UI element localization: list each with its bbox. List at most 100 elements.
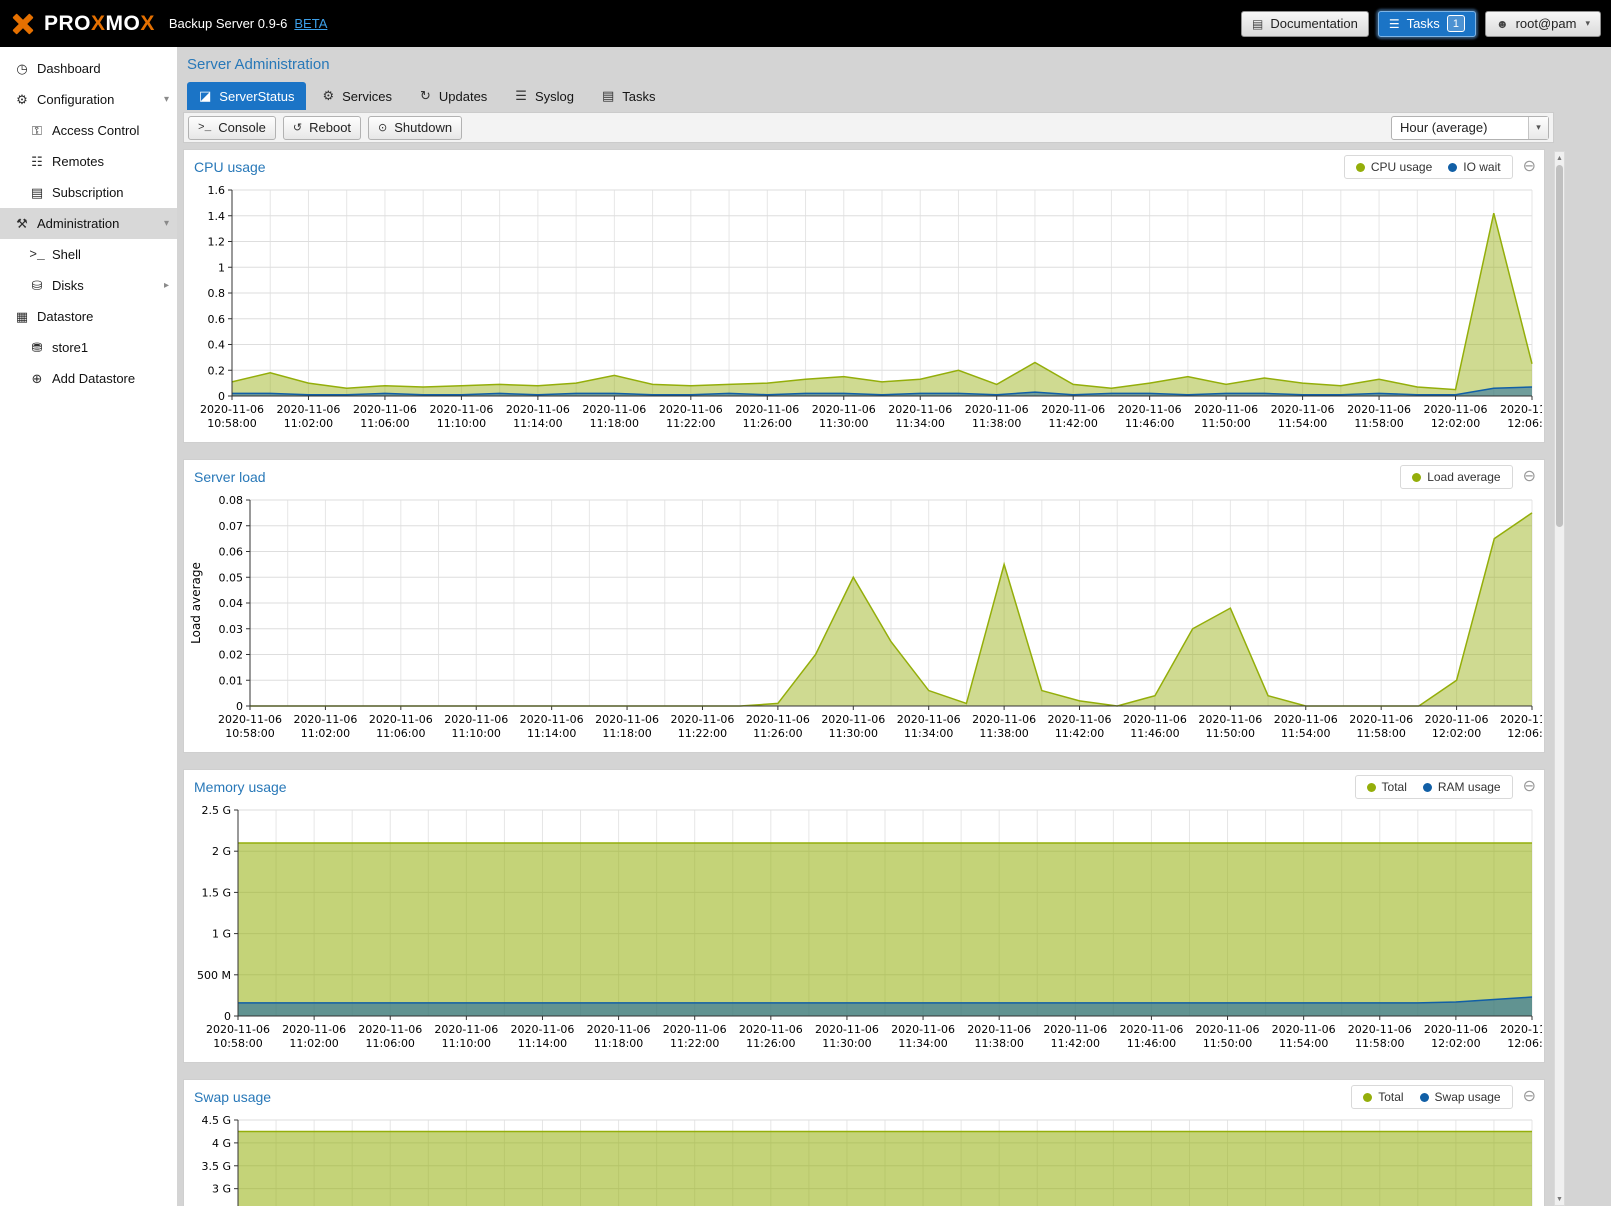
shutdown-button[interactable]: ⊙ Shutdown — [368, 116, 462, 140]
top-header: PROXMOX Backup Server 0.9-6 BETA ▤ Docum… — [0, 0, 1611, 47]
svg-text:2020-11-0610:58:00: 2020-11-0610:58:00 — [218, 713, 282, 740]
collapse-icon[interactable]: ⊖ — [1523, 159, 1536, 175]
sidebar-item-administration[interactable]: ⚒ Administration ▾ — [0, 208, 177, 239]
vertical-scrollbar[interactable]: ▲ ▼ — [1554, 151, 1565, 1206]
sidebar-item-dashboard[interactable]: ◷ Dashboard — [0, 53, 177, 84]
legend-item-cpu-usage[interactable]: CPU usage — [1356, 160, 1432, 174]
tasks-list-icon: ☰ — [1389, 17, 1400, 31]
svg-text:2020-11-0611:10:00: 2020-11-0611:10:00 — [434, 1023, 498, 1050]
sidebar-item-shell[interactable]: >_ Shell — [0, 239, 177, 270]
logo-part: X — [91, 12, 106, 35]
svg-text:0.2: 0.2 — [208, 364, 226, 377]
legend-dot — [1356, 163, 1365, 172]
status-toolbar: >_ Console ↺ Reboot ⊙ Shutdown Hour (ave… — [183, 112, 1554, 143]
svg-text:0.08: 0.08 — [219, 494, 244, 507]
tab-label: Services — [342, 89, 392, 104]
tab-updates[interactable]: ↻ Updates — [408, 82, 499, 110]
sidebar-item-configuration[interactable]: ⚙ Configuration ▾ — [0, 84, 177, 115]
chart-legend: Load average — [1400, 465, 1512, 489]
svg-text:2020-11-0611:30:00: 2020-11-0611:30:00 — [815, 1023, 879, 1050]
sidebar-item-label: Configuration — [37, 92, 114, 107]
scrollbar-thumb[interactable] — [1556, 165, 1563, 527]
sidebar-item-label: Shell — [52, 247, 81, 262]
scroll-up-icon[interactable]: ▲ — [1555, 152, 1564, 164]
svg-text:0.04: 0.04 — [219, 597, 244, 610]
legend-item-ram-usage[interactable]: RAM usage — [1423, 780, 1501, 794]
svg-text:0.03: 0.03 — [219, 623, 244, 636]
collapse-icon[interactable]: ⊖ — [1523, 1089, 1536, 1105]
collapse-icon[interactable]: ⊖ — [1523, 779, 1536, 795]
tab-syslog[interactable]: ☰ Syslog — [503, 82, 586, 110]
swap-usage-chart: 0500 M1 G1.5 G2 G2.5 G3 G3.5 G4 G4.5 G20… — [186, 1112, 1542, 1206]
sidebar-item-label: Access Control — [52, 123, 139, 138]
panel-server-load: Server load Load average ⊖ 00.010.020.03… — [183, 459, 1545, 753]
svg-text:2 G: 2 G — [212, 845, 231, 858]
server-load-chart: 00.010.020.030.040.050.060.070.082020-11… — [186, 492, 1542, 750]
user-menu-button[interactable]: ☻ root@pam ▾ — [1485, 11, 1601, 37]
legend-item-load-average[interactable]: Load average — [1412, 470, 1500, 484]
panel-header: Memory usage Total RAM usage ⊖ — [184, 770, 1544, 802]
gear-icon: ⚙ — [12, 92, 32, 108]
disk-icon: ⛁ — [27, 278, 47, 294]
svg-text:2020-11-0612:02:00: 2020-11-0612:02:00 — [1425, 713, 1489, 740]
chevron-right-icon: ▸ — [164, 280, 169, 291]
svg-text:1.5 G: 1.5 G — [201, 886, 231, 899]
svg-text:0.06: 0.06 — [219, 546, 244, 559]
svg-text:2020-11-0611:42:00: 2020-11-0611:42:00 — [1048, 713, 1112, 740]
legend-label: Total — [1382, 780, 1407, 794]
svg-text:2020-11-0612:02:00: 2020-11-0612:02:00 — [1424, 403, 1488, 430]
documentation-button[interactable]: ▤ Documentation — [1241, 11, 1369, 37]
svg-text:0: 0 — [224, 1010, 231, 1023]
sidebar-item-disks[interactable]: ⛁ Disks ▸ — [0, 270, 177, 301]
sidebar-item-label: Disks — [52, 278, 84, 293]
console-button[interactable]: >_ Console — [188, 116, 276, 140]
svg-text:2020-11-0611:54:00: 2020-11-0611:54:00 — [1274, 713, 1338, 740]
tab-tasks[interactable]: ▤ Tasks — [590, 82, 668, 110]
chart-legend: Total RAM usage — [1355, 775, 1513, 799]
panel-title: Server load — [194, 469, 266, 485]
shutdown-label: Shutdown — [394, 120, 452, 135]
svg-text:2020-11-0611:42:00: 2020-11-0611:42:00 — [1043, 1023, 1107, 1050]
tab-services[interactable]: ⚙ Services — [310, 82, 404, 110]
timeframe-select[interactable]: Hour (average) ▾ — [1391, 116, 1549, 140]
svg-text:2020-11-0611:22:00: 2020-11-0611:22:00 — [663, 1023, 727, 1050]
sidebar-item-store1[interactable]: ⛃ store1 — [0, 332, 177, 363]
svg-text:0.01: 0.01 — [219, 674, 244, 687]
tab-serverstatus[interactable]: ◪ ServerStatus — [187, 82, 306, 110]
sidebar-item-access-control[interactable]: ⚿ Access Control — [0, 115, 177, 146]
tab-label: Updates — [439, 89, 487, 104]
svg-text:1: 1 — [218, 261, 225, 274]
collapse-icon[interactable]: ⊖ — [1523, 469, 1536, 485]
svg-text:0.02: 0.02 — [219, 649, 244, 662]
legend-item-total[interactable]: Total — [1363, 1090, 1403, 1104]
svg-text:2020-11-0611:50:00: 2020-11-0611:50:00 — [1196, 1023, 1260, 1050]
reboot-button[interactable]: ↺ Reboot — [283, 116, 361, 140]
sidebar-item-remotes[interactable]: ☷ Remotes — [0, 146, 177, 177]
svg-text:1.2: 1.2 — [208, 236, 226, 249]
legend-item-io-wait[interactable]: IO wait — [1448, 160, 1500, 174]
svg-text:4 G: 4 G — [212, 1137, 231, 1150]
svg-text:2020-11-0611:50:00: 2020-11-0611:50:00 — [1198, 713, 1262, 740]
svg-text:2020-11-0612:06:00: 2020-11-0612:06:00 — [1500, 713, 1542, 740]
tasks-button[interactable]: ☰ Tasks 1 — [1378, 11, 1476, 37]
sidebar-item-label: Datastore — [37, 309, 93, 324]
svg-text:2.5 G: 2.5 G — [201, 804, 231, 817]
product-version-title: Backup Server 0.9-6 — [169, 16, 288, 31]
legend-item-total[interactable]: Total — [1367, 780, 1407, 794]
legend-label: IO wait — [1463, 160, 1500, 174]
svg-text:1.4: 1.4 — [208, 210, 226, 223]
svg-text:0: 0 — [218, 390, 225, 403]
sidebar-item-datastore[interactable]: ▦ Datastore — [0, 301, 177, 332]
legend-item-swap-usage[interactable]: Swap usage — [1420, 1090, 1501, 1104]
svg-text:2020-11-0611:54:00: 2020-11-0611:54:00 — [1271, 403, 1335, 430]
scroll-down-icon[interactable]: ▼ — [1555, 1193, 1564, 1205]
svg-text:2020-11-0611:22:00: 2020-11-0611:22:00 — [659, 403, 723, 430]
sidebar-item-subscription[interactable]: ▤ Subscription — [0, 177, 177, 208]
beta-link[interactable]: BETA — [294, 16, 327, 31]
svg-text:2020-11-0611:54:00: 2020-11-0611:54:00 — [1272, 1023, 1336, 1050]
subscription-icon: ▤ — [27, 185, 47, 201]
svg-text:2020-11-0611:46:00: 2020-11-0611:46:00 — [1118, 403, 1182, 430]
chevron-down-icon: ▾ — [1528, 117, 1548, 139]
terminal-icon: >_ — [198, 122, 211, 134]
sidebar-item-add-datastore[interactable]: ⊕ Add Datastore — [0, 363, 177, 394]
